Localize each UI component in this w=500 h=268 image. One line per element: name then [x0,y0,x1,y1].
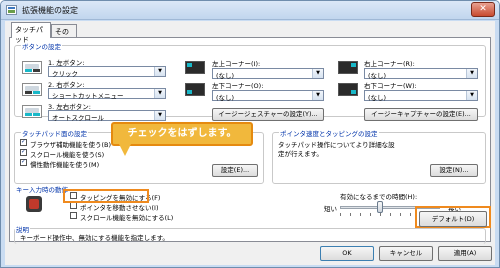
top-right-corner-icon [338,61,358,74]
top-left-corner-select[interactable]: (なし) ▼ [212,68,324,80]
pointer-speed-description: タッチパッド操作についてより詳細な設定が行えます。 [278,141,395,158]
checkbox-label: ポインタを移動させない(I) [80,204,159,212]
window-title: 拡張機能の設定 [22,6,78,15]
both-buttons-select[interactable]: オートスクロール ▼ [48,110,166,122]
bottom-right-corner-label: 右下コーナー(W): [364,82,417,90]
top-right-corner-label: 右上コーナー(R): [364,60,415,68]
slider-thumb[interactable] [377,201,383,213]
slider-tick [380,213,381,216]
easy-capture-settings-button[interactable]: イージーキャプチャーの設定(E)... [364,108,478,121]
slider-tick [400,213,401,216]
checkbox-label: ブラウザ補助機能を使う(B) [30,141,112,149]
left-button-select[interactable]: クリック ▼ [48,66,166,78]
bottom-left-corner-value: (なし) [216,94,235,102]
top-left-corner-icon [185,61,205,74]
cancel-button[interactable]: キャンセル [379,246,433,261]
chevron-down-icon: ▼ [154,89,165,98]
chevron-down-icon: ▼ [466,69,477,78]
default-button[interactable]: デフォルト(D) [419,211,487,227]
chevron-down-icon: ▼ [154,111,165,120]
bottom-left-corner-select[interactable]: (なし) ▼ [212,90,324,102]
app-icon [6,5,17,15]
top-left-corner-label: 左上コーナー(I): [212,60,261,68]
keyboard-input-label: キー入力時の動作 [15,184,69,194]
right-button-select[interactable]: ショートカットメニュー ▼ [48,88,166,100]
top-left-corner-value: (なし) [216,72,235,80]
both-buttons-value: オートスクロール [52,114,104,122]
checkbox-label: スクロール機能を無効にする(L) [80,214,174,222]
checkbox-box[interactable] [20,148,27,156]
apply-button[interactable]: 適用(A) [438,246,492,261]
top-right-corner-select[interactable]: (なし) ▼ [364,68,478,80]
left-button-value: クリック [52,70,78,78]
left-button-touchpad-icon [22,61,42,74]
chevron-down-icon: ▼ [312,91,323,100]
tab-other[interactable]: その他 [51,24,77,46]
callout-tail [119,144,131,156]
close-icon[interactable]: ✕ [471,2,495,17]
title-bar[interactable]: 拡張機能の設定 ✕ [1,1,499,20]
top-right-corner-value: (なし) [368,72,387,80]
touchpad-surface-label: タッチパッド面の設定 [21,128,88,138]
checkbox-box[interactable] [20,158,27,166]
slider-tick [370,213,371,216]
right-button-value: ショートカットメニュー [52,92,124,100]
pointer-speed-settings-button[interactable]: 設定(N)... [430,164,478,177]
tab-touchpad[interactable]: タッチパッド [11,22,51,44]
chevron-down-icon: ▼ [154,67,165,76]
slider-short-label: 短い [324,205,337,213]
bottom-right-corner-value: (なし) [368,94,387,102]
touchpad-surface-settings-button[interactable]: 設定(E)... [212,164,258,177]
bottom-left-corner-icon [185,83,205,96]
chevron-down-icon: ▼ [466,91,477,100]
checkbox-box[interactable] [70,202,77,209]
checkbox-label: スクロール機能を使う(S) [30,151,105,159]
activation-time-label: 有効になるまでの時間(H): [340,193,418,201]
bottom-right-corner-select[interactable]: (なし) ▼ [364,90,478,102]
right-button-touchpad-icon [22,83,42,96]
settings-window: 拡張機能の設定 ✕ タッチパッド その他 ボタンの設定 1. 左ボタン: クリッ… [0,0,500,268]
description-text: キーボード操作中、無効にする機能を指定します。 [20,234,169,242]
keyboard-icon [26,196,42,212]
ok-button[interactable]: OK [320,246,374,261]
both-buttons-touchpad-icon [22,105,42,118]
checkbox-label: 慣性動作機能を使う(M) [30,161,100,169]
slider-tick [350,213,351,216]
slider-tick [360,213,361,216]
slider-tick [390,213,391,216]
bottom-left-corner-label: 左下コーナー(O): [212,82,264,90]
checkbox-box[interactable] [20,138,27,146]
slider-tick [340,213,341,216]
chevron-down-icon: ▼ [312,69,323,78]
easy-gesture-settings-button[interactable]: イージージェスチャーの設定(Y)... [212,108,324,121]
instruction-callout: チェックをはずします。 [111,122,253,146]
bottom-right-corner-icon [338,83,358,96]
tapping-checkbox-highlight [63,189,149,203]
slider-tick [410,213,411,216]
checkbox-box[interactable] [70,212,77,219]
pointer-speed-label: ポインタ速度とタッピングの設定 [279,128,379,138]
